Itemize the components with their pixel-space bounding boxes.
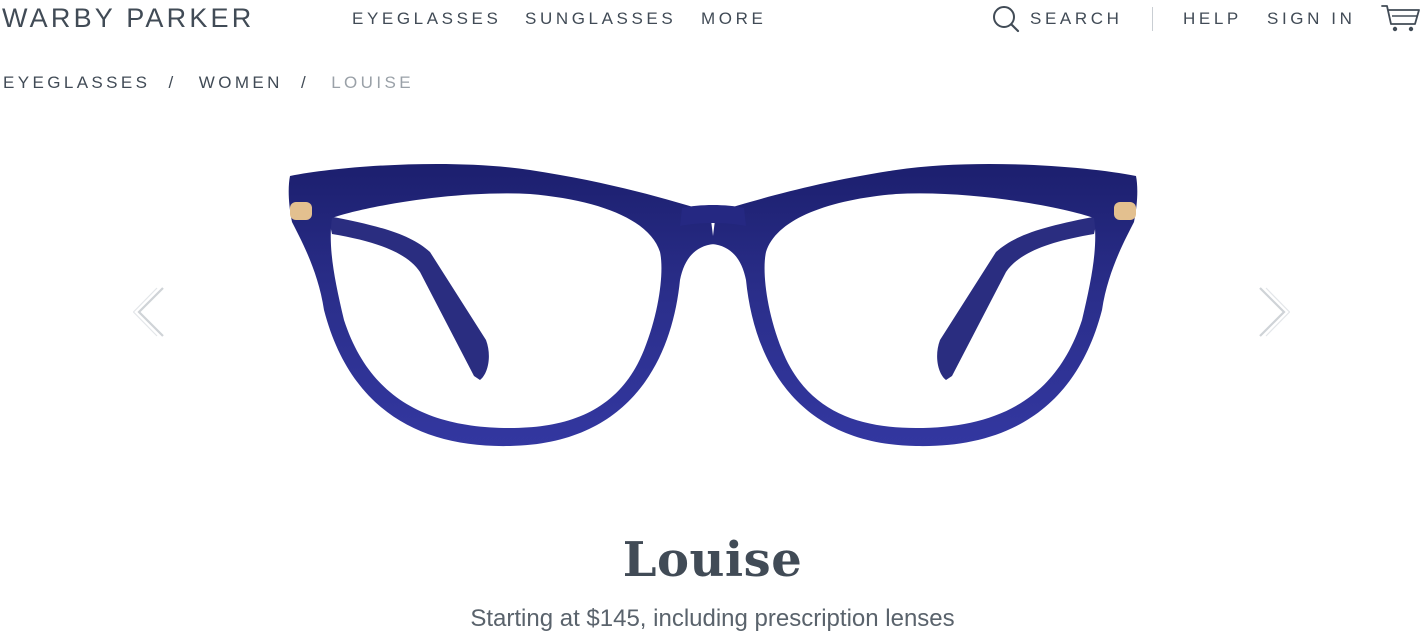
- product-title: Louise: [622, 532, 803, 588]
- search-button[interactable]: SEARCH: [992, 5, 1122, 33]
- left-rim: [288, 163, 714, 447]
- nav-eyeglasses[interactable]: EYEGLASSES: [352, 9, 501, 29]
- site-header: WARBY PARKER EYEGLASSES SUNGLASSES MORE …: [0, 0, 1425, 40]
- nav-sunglasses[interactable]: SUNGLASSES: [525, 9, 676, 29]
- left-hinge: [290, 202, 312, 220]
- product-image: [280, 160, 1146, 460]
- breadcrumb-separator: /: [300, 73, 310, 92]
- right-hinge: [1114, 202, 1136, 220]
- brand-logo[interactable]: WARBY PARKER: [2, 3, 254, 34]
- chevron-left-icon[interactable]: [132, 285, 167, 339]
- chevron-right-icon[interactable]: [1256, 285, 1291, 339]
- nav-more[interactable]: MORE: [701, 9, 766, 29]
- sign-in-link[interactable]: SIGN IN: [1267, 9, 1356, 29]
- product-gallery: [0, 120, 1425, 500]
- breadcrumb-women[interactable]: WOMEN: [199, 73, 283, 92]
- right-rim: [712, 163, 1138, 447]
- search-icon: [992, 5, 1020, 33]
- search-label: SEARCH: [1030, 9, 1123, 28]
- help-link[interactable]: HELP: [1183, 9, 1242, 29]
- breadcrumb-current: LOUISE: [331, 73, 414, 92]
- breadcrumb-eyeglasses[interactable]: EYEGLASSES: [3, 73, 150, 92]
- breadcrumb-separator: /: [168, 73, 177, 92]
- bridge: [680, 205, 746, 226]
- product-price: Starting at $145, including prescription…: [470, 605, 955, 632]
- breadcrumb: EYEGLASSES / WOMEN / LOUISE: [3, 73, 414, 93]
- cart-icon[interactable]: [1380, 2, 1422, 34]
- header-divider: [1152, 7, 1153, 31]
